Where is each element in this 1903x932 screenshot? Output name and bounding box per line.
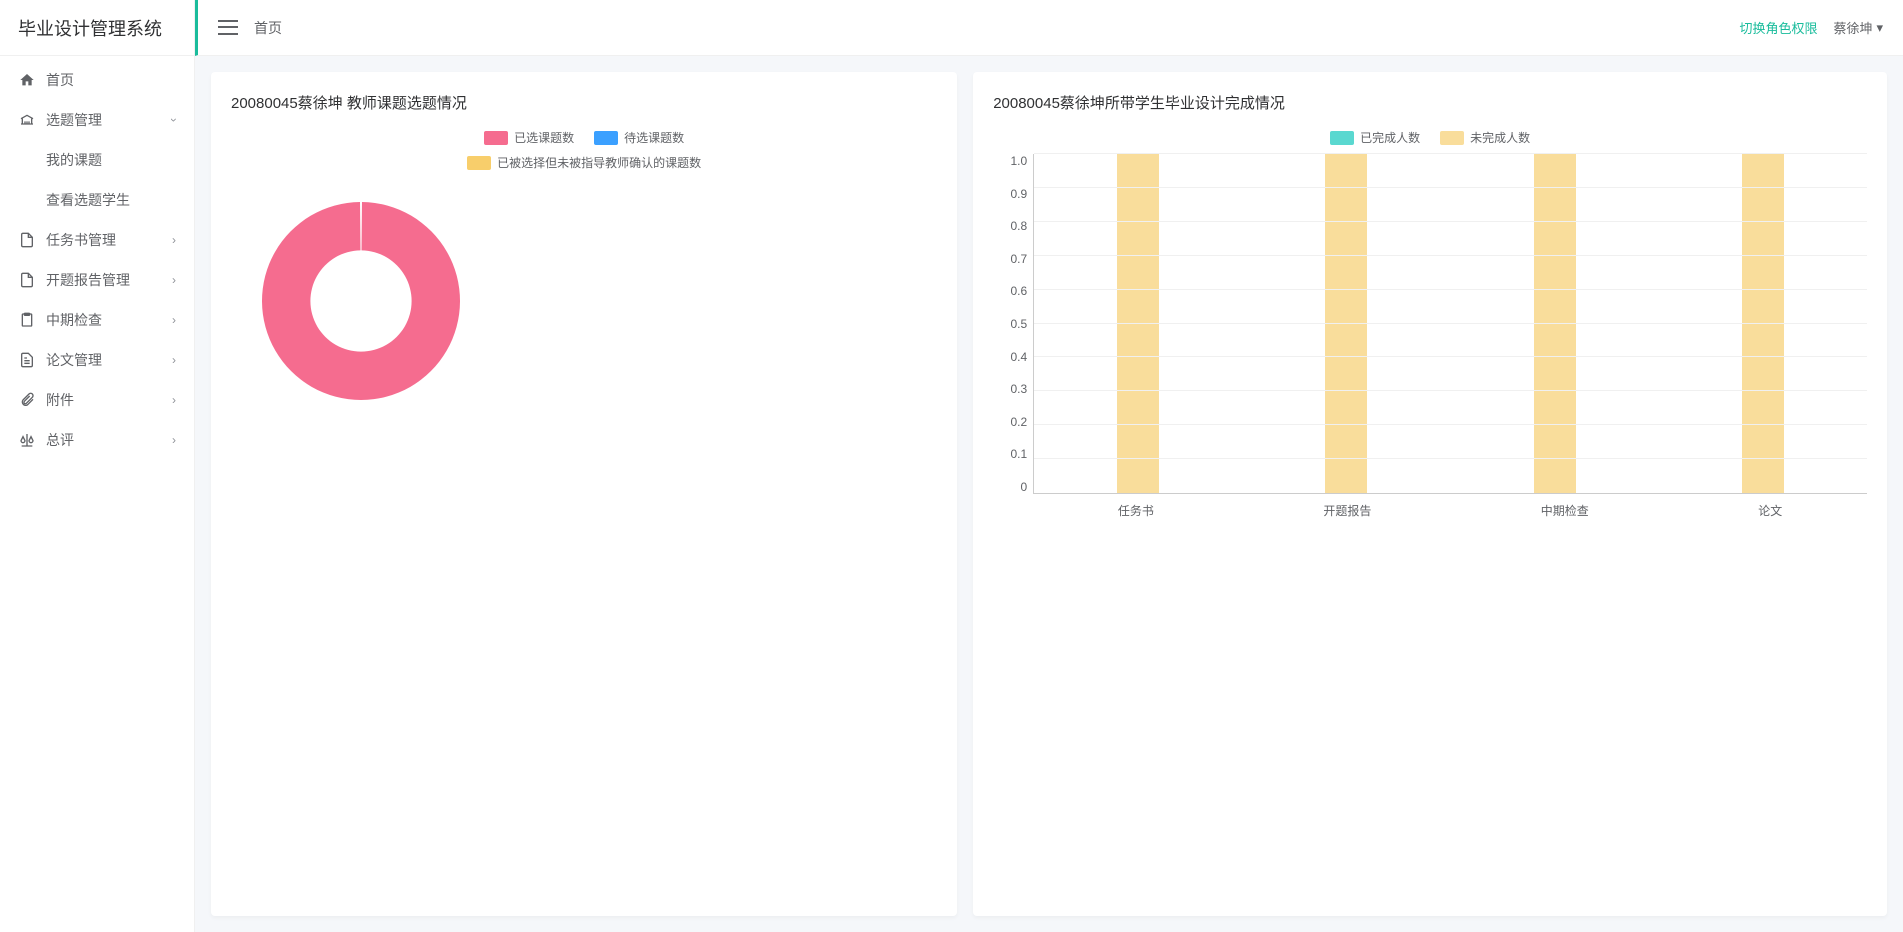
- chevron-down-icon: ›: [167, 118, 181, 122]
- attachment-icon: [18, 391, 36, 409]
- sidebar-subitem-my-topics[interactable]: 我的课题: [0, 140, 194, 180]
- legend-label: 未完成人数: [1470, 129, 1530, 146]
- balance-icon: [18, 431, 36, 449]
- legend-item[interactable]: 未完成人数: [1440, 129, 1530, 146]
- caret-down-icon: ▾: [1876, 20, 1883, 36]
- sidebar-item-taskbook[interactable]: 任务书管理 ›: [0, 220, 194, 260]
- legend-label: 已完成人数: [1360, 129, 1420, 146]
- sidebar-item-home[interactable]: 首页: [0, 60, 194, 100]
- legend-swatch-yellow: [467, 156, 491, 170]
- x-tick-label: 任务书: [1118, 502, 1154, 519]
- sidebar-item-midterm[interactable]: 中期检查 ›: [0, 300, 194, 340]
- legend-swatch-pink: [484, 131, 508, 145]
- bar-chart: 已完成人数 未完成人数 1.00.90.80.70.60.50.40.30.20…: [993, 129, 1867, 509]
- legend-item[interactable]: 待选课题数: [594, 129, 684, 146]
- bar[interactable]: [1742, 154, 1784, 493]
- sidebar-item-label: 总评: [46, 430, 172, 450]
- sidebar-item-label: 任务书管理: [46, 230, 172, 250]
- topic-status-card: 20080045蔡徐坤 教师课题选题情况 已选课题数 待选课题数 已被选择但未被…: [211, 72, 957, 916]
- sidebar-item-label: 查看选题学生: [46, 190, 176, 210]
- legend-item[interactable]: 已被选择但未被指导教师确认的课题数: [231, 154, 937, 171]
- bar-group: [1688, 154, 1838, 493]
- sidebar-menu: 首页 选题管理 › 我的课题 查看选题学生 任务书管理 ›: [0, 56, 194, 464]
- bar[interactable]: [1325, 154, 1367, 493]
- bar[interactable]: [1534, 154, 1576, 493]
- legend-swatch-paleyellow: [1440, 131, 1464, 145]
- legend-label: 待选课题数: [624, 129, 684, 146]
- y-axis: 1.00.90.80.70.60.50.40.30.20.10: [993, 154, 1033, 494]
- clipboard-icon: [18, 311, 36, 329]
- sidebar-item-topic-mgmt[interactable]: 选题管理 ›: [0, 100, 194, 140]
- card-title: 20080045蔡徐坤所带学生毕业设计完成情况: [993, 92, 1867, 113]
- role-switch-link[interactable]: 切换角色权限: [1739, 18, 1817, 37]
- bar-legend: 已完成人数 未完成人数: [993, 129, 1867, 146]
- chevron-right-icon: ›: [172, 313, 176, 327]
- university-icon: [18, 111, 36, 129]
- sidebar-item-thesis[interactable]: 论文管理 ›: [0, 340, 194, 380]
- completion-status-card: 20080045蔡徐坤所带学生毕业设计完成情况 已完成人数 未完成人数: [973, 72, 1887, 916]
- sidebar-item-label: 开题报告管理: [46, 270, 172, 290]
- plot-area: [1033, 154, 1867, 494]
- chevron-right-icon: ›: [172, 433, 176, 447]
- bar-group: [1272, 154, 1422, 493]
- legend-item[interactable]: 已完成人数: [1330, 129, 1420, 146]
- sidebar-item-label: 我的课题: [46, 150, 176, 170]
- chevron-right-icon: ›: [172, 393, 176, 407]
- app-logo: 毕业设计管理系统: [0, 0, 194, 56]
- x-tick-label: 中期检查: [1541, 502, 1589, 519]
- sidebar-item-attachment[interactable]: 附件 ›: [0, 380, 194, 420]
- card-title: 20080045蔡徐坤 教师课题选题情况: [231, 92, 937, 113]
- sidebar-item-proposal[interactable]: 开题报告管理 ›: [0, 260, 194, 300]
- breadcrumb: 首页: [254, 18, 1739, 38]
- header: 首页 切换角色权限 蔡徐坤 ▾: [195, 0, 1903, 56]
- content-area: 20080045蔡徐坤 教师课题选题情况 已选课题数 待选课题数 已被选择但未被…: [195, 56, 1903, 932]
- sidebar-item-label: 首页: [46, 70, 176, 90]
- chevron-right-icon: ›: [172, 233, 176, 247]
- app-title: 毕业设计管理系统: [18, 15, 162, 41]
- user-dropdown[interactable]: 蔡徐坤 ▾: [1833, 18, 1883, 37]
- sidebar-submenu-topic: 我的课题 查看选题学生: [0, 140, 194, 220]
- sidebar-item-label: 附件: [46, 390, 172, 410]
- sidebar: 毕业设计管理系统 首页 选题管理 › 我的课题 查看选题学生: [0, 0, 195, 932]
- doc-icon: [18, 271, 36, 289]
- doc-icon: [18, 231, 36, 249]
- legend-item[interactable]: 已选课题数: [484, 129, 574, 146]
- home-icon: [18, 71, 36, 89]
- donut-legend: 已选课题数 待选课题数 已被选择但未被指导教师确认的课题数: [231, 129, 937, 171]
- legend-label: 已选课题数: [514, 129, 574, 146]
- legend-swatch-blue: [594, 131, 618, 145]
- chevron-right-icon: ›: [172, 353, 176, 367]
- sidebar-item-summary[interactable]: 总评 ›: [0, 420, 194, 460]
- bar-group: [1480, 154, 1630, 493]
- sidebar-item-label: 选题管理: [46, 110, 172, 130]
- sidebar-item-label: 中期检查: [46, 310, 172, 330]
- x-axis: 任务书 开题报告 中期检查 论文: [993, 494, 1867, 519]
- bar-group: [1063, 154, 1213, 493]
- x-tick-label: 开题报告: [1323, 502, 1371, 519]
- file-text-icon: [18, 351, 36, 369]
- bar[interactable]: [1117, 154, 1159, 493]
- legend-label: 已被选择但未被指导教师确认的课题数: [497, 154, 701, 171]
- menu-toggle-button[interactable]: [218, 18, 238, 38]
- x-tick-label: 论文: [1758, 502, 1782, 519]
- legend-swatch-teal: [1330, 131, 1354, 145]
- chevron-right-icon: ›: [172, 273, 176, 287]
- sidebar-item-label: 论文管理: [46, 350, 172, 370]
- sidebar-subitem-view-students[interactable]: 查看选题学生: [0, 180, 194, 220]
- username-label: 蔡徐坤: [1833, 18, 1872, 37]
- donut-chart: [251, 191, 471, 411]
